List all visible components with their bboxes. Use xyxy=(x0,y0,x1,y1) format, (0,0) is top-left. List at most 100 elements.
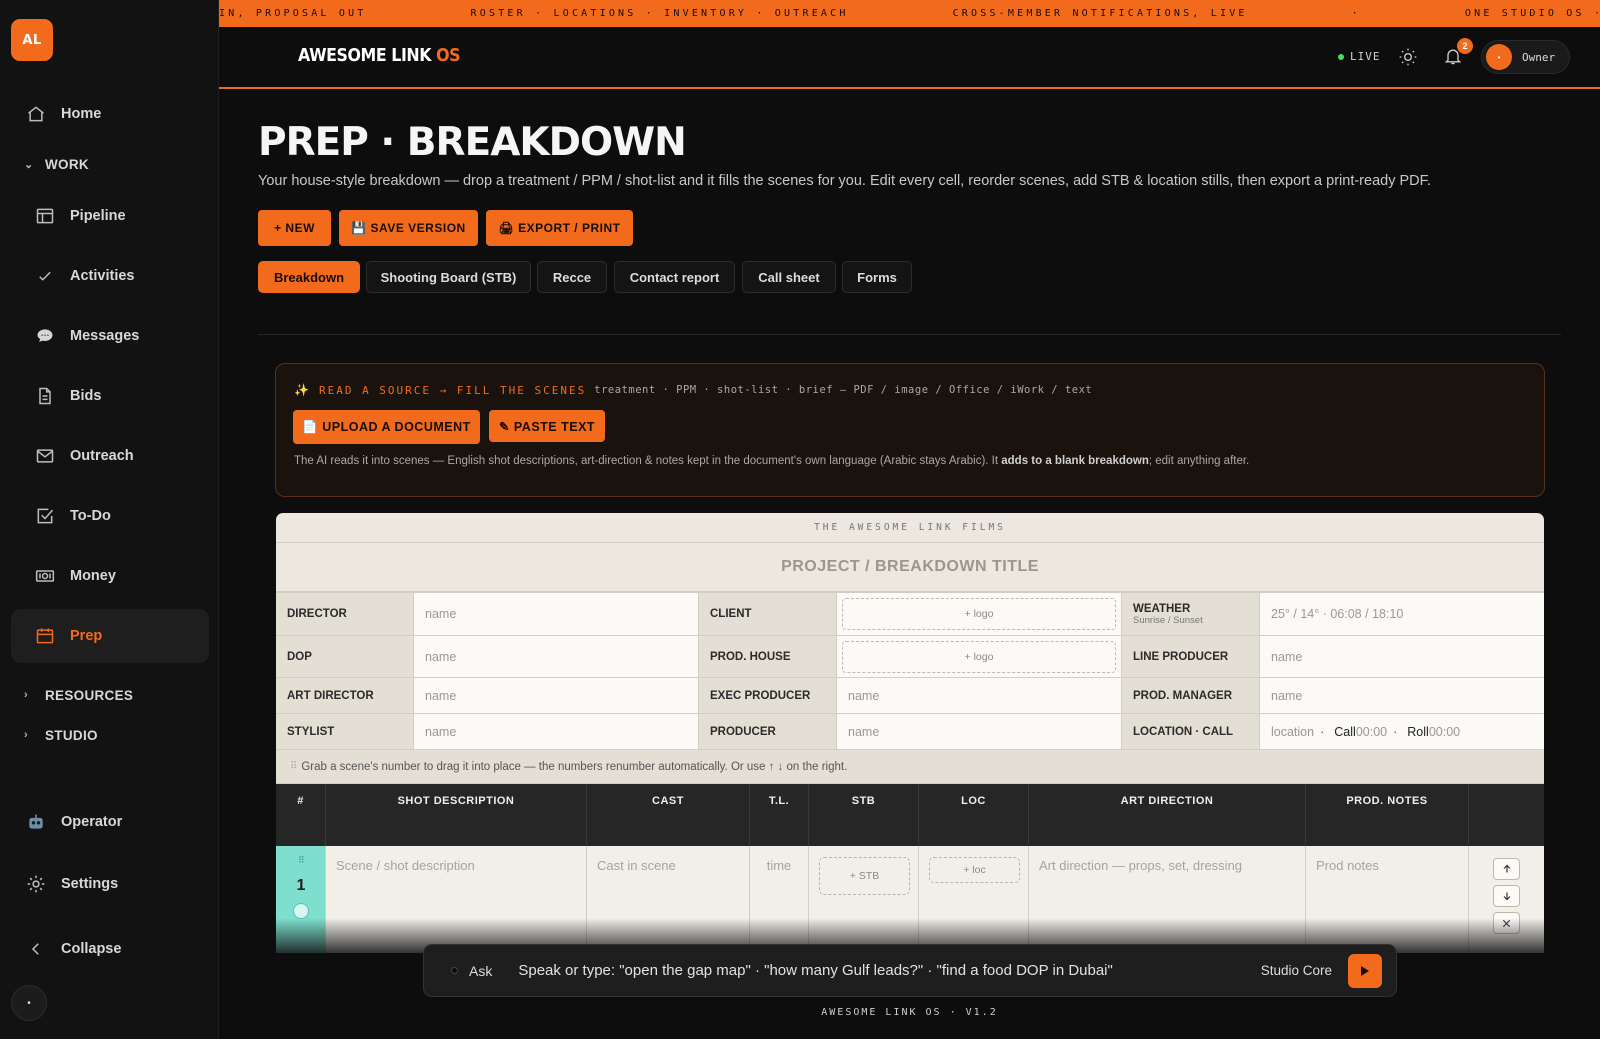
breakdown-sheet: THE AWESOME LINK FILMS PROJECT / BREAKDO… xyxy=(276,513,1544,953)
user-avatar-button[interactable]: • xyxy=(11,985,47,1021)
art-director-field[interactable]: name xyxy=(414,678,699,713)
page-subtitle: Your house-style breakdown — drop a trea… xyxy=(258,173,1431,189)
avatar: • xyxy=(1486,44,1512,70)
roll-time-input[interactable]: 00:00 xyxy=(1429,725,1460,739)
new-button[interactable]: + NEW xyxy=(258,210,331,246)
section-studio[interactable]: › STUDIO xyxy=(24,724,98,746)
tab-breakdown[interactable]: Breakdown xyxy=(258,261,360,293)
art-direction-cell[interactable]: Art direction — props, set, dressing xyxy=(1029,846,1306,953)
sidebar-item-label: Prep xyxy=(70,628,103,644)
column-header-number: # xyxy=(276,784,326,846)
section-studio-label: STUDIO xyxy=(45,727,98,743)
live-dot-icon xyxy=(1338,53,1344,60)
sidebar-item-prep[interactable]: Prep xyxy=(11,609,209,663)
exec-producer-field[interactable]: name xyxy=(837,678,1122,713)
dop-field[interactable]: name xyxy=(414,636,699,677)
mic-status-icon xyxy=(451,967,458,974)
drag-handle-icon: ⠿ xyxy=(298,855,305,865)
cast-cell[interactable]: Cast in scene xyxy=(587,846,750,953)
sparkle-icon: ✨ xyxy=(294,383,309,397)
sidebar-item-settings[interactable]: Settings xyxy=(11,857,209,911)
location-call-field: location · Call 00:00 · Roll 00:00 xyxy=(1260,714,1544,749)
ask-bar: Ask Studio Core xyxy=(423,944,1397,997)
stylist-field[interactable]: name xyxy=(414,714,699,749)
add-location-button[interactable]: + loc xyxy=(929,857,1020,883)
row-actions-cell xyxy=(1469,846,1544,953)
save-version-button[interactable]: 💾 SAVE VERSION xyxy=(339,210,478,246)
brand-name: AWESOME LINK xyxy=(298,45,432,66)
sidebar-item-operator[interactable]: Operator xyxy=(11,795,209,849)
sidebar-item-label: Operator xyxy=(61,814,123,830)
dop-label: DOP xyxy=(276,636,414,677)
export-print-button[interactable]: 🖨 EXPORT / PRINT xyxy=(486,210,633,246)
time-cell[interactable]: time xyxy=(750,846,809,953)
live-label: LIVE xyxy=(1350,50,1381,63)
sidebar-item-activities[interactable]: Activities xyxy=(11,249,209,303)
column-header-actions xyxy=(1469,784,1544,846)
upload-document-button[interactable]: 📄 UPLOAD A DOCUMENT xyxy=(293,410,480,444)
sidebar-item-messages[interactable]: Messages xyxy=(11,309,209,363)
sidebar-item-money[interactable]: Money xyxy=(11,549,209,603)
weather-sublabel: Sunrise / Sunset xyxy=(1133,614,1203,626)
section-resources[interactable]: › RESOURCES xyxy=(24,684,133,706)
sidebar-item-home[interactable]: Home xyxy=(11,87,209,141)
line-producer-label: LINE PRODUCER xyxy=(1122,636,1260,677)
paste-text-button[interactable]: ✎ PASTE TEXT xyxy=(489,410,605,442)
info-row: STYLIST name PRODUCER name LOCATION · CA… xyxy=(276,714,1544,750)
tab-recce[interactable]: Recce xyxy=(537,261,607,293)
page-title: PREP · BREAKDOWN xyxy=(258,120,687,165)
checkbox-icon xyxy=(34,505,56,527)
weather-field[interactable]: 25° / 14° · 06:08 / 18:10 xyxy=(1260,593,1544,635)
sidebar: AL Home ⌄ WORK Pipeline Activities Messa… xyxy=(0,0,219,1039)
send-button[interactable] xyxy=(1348,953,1382,988)
director-field[interactable]: name xyxy=(414,593,699,635)
loc-cell: + loc xyxy=(919,846,1029,953)
tab-forms[interactable]: Forms xyxy=(842,261,912,293)
tab-call-sheet[interactable]: Call sheet xyxy=(742,261,836,293)
scene-color-picker[interactable] xyxy=(293,903,309,919)
scene-number-handle[interactable]: ⠿ 1 xyxy=(276,846,326,953)
line-producer-field[interactable]: name xyxy=(1260,636,1544,677)
tab-shooting-board[interactable]: Shooting Board (STB) xyxy=(366,261,531,293)
producer-field[interactable]: name xyxy=(837,714,1122,749)
move-down-button[interactable] xyxy=(1493,885,1520,907)
client-logo-upload[interactable]: + logo xyxy=(842,598,1116,630)
section-work[interactable]: ⌄ WORK xyxy=(24,153,89,175)
sidebar-item-todo[interactable]: To-Do xyxy=(11,489,209,543)
call-label: Call xyxy=(1334,724,1356,739)
brand-wordmark[interactable]: AWESOME LINK OS xyxy=(298,45,461,66)
add-stb-button[interactable]: + STB xyxy=(819,857,910,895)
sidebar-collapse-button[interactable]: Collapse xyxy=(11,922,209,976)
info-row: ART DIRECTOR name EXEC PRODUCER name PRO… xyxy=(276,678,1544,714)
sidebar-item-label: Outreach xyxy=(70,448,134,464)
ask-input[interactable] xyxy=(518,962,1261,979)
sidebar-item-pipeline[interactable]: Pipeline xyxy=(11,189,209,243)
column-header-shot-description: SHOT DESCRIPTION xyxy=(326,784,587,846)
shot-description-cell[interactable]: Scene / shot description xyxy=(326,846,587,953)
call-time-input[interactable]: 00:00 xyxy=(1356,725,1387,739)
drag-hint-text: Grab a scene's number to drag it into pl… xyxy=(301,760,848,773)
app-logo[interactable]: AL xyxy=(11,19,53,61)
breakdown-title-field[interactable]: PROJECT / BREAKDOWN TITLE xyxy=(276,543,1544,593)
theme-toggle-button[interactable] xyxy=(1398,47,1420,69)
location-input[interactable]: location xyxy=(1271,725,1314,739)
account-role-label: Owner xyxy=(1522,50,1556,64)
move-up-button[interactable] xyxy=(1493,858,1520,880)
column-header-art-direction: ART DIRECTION xyxy=(1029,784,1306,846)
account-menu-button[interactable]: • Owner xyxy=(1481,40,1570,74)
sidebar-item-outreach[interactable]: Outreach xyxy=(11,429,209,483)
stb-cell: + STB xyxy=(809,846,919,953)
model-selector[interactable]: Studio Core xyxy=(1261,963,1332,978)
tab-contact-report[interactable]: Contact report xyxy=(614,261,735,293)
scene-table-header: # SHOT DESCRIPTION CAST T.L. STB LOC ART… xyxy=(276,784,1544,846)
sidebar-item-bids[interactable]: Bids xyxy=(11,369,209,423)
prod-house-logo-upload[interactable]: + logo xyxy=(842,640,1116,673)
prod-manager-field[interactable]: name xyxy=(1260,678,1544,713)
check-icon xyxy=(34,265,56,287)
arrow-down-icon xyxy=(1503,892,1510,901)
app-version: AWESOME LINK OS · V1.2 xyxy=(821,1007,998,1018)
prod-house-logo-cell: + logo xyxy=(837,636,1122,677)
prod-notes-cell[interactable]: Prod notes xyxy=(1306,846,1469,953)
announcement-ticker: IN, PROPOSAL OUT ROSTER · LOCATIONS · IN… xyxy=(219,0,1600,27)
delete-row-button[interactable] xyxy=(1493,912,1520,934)
